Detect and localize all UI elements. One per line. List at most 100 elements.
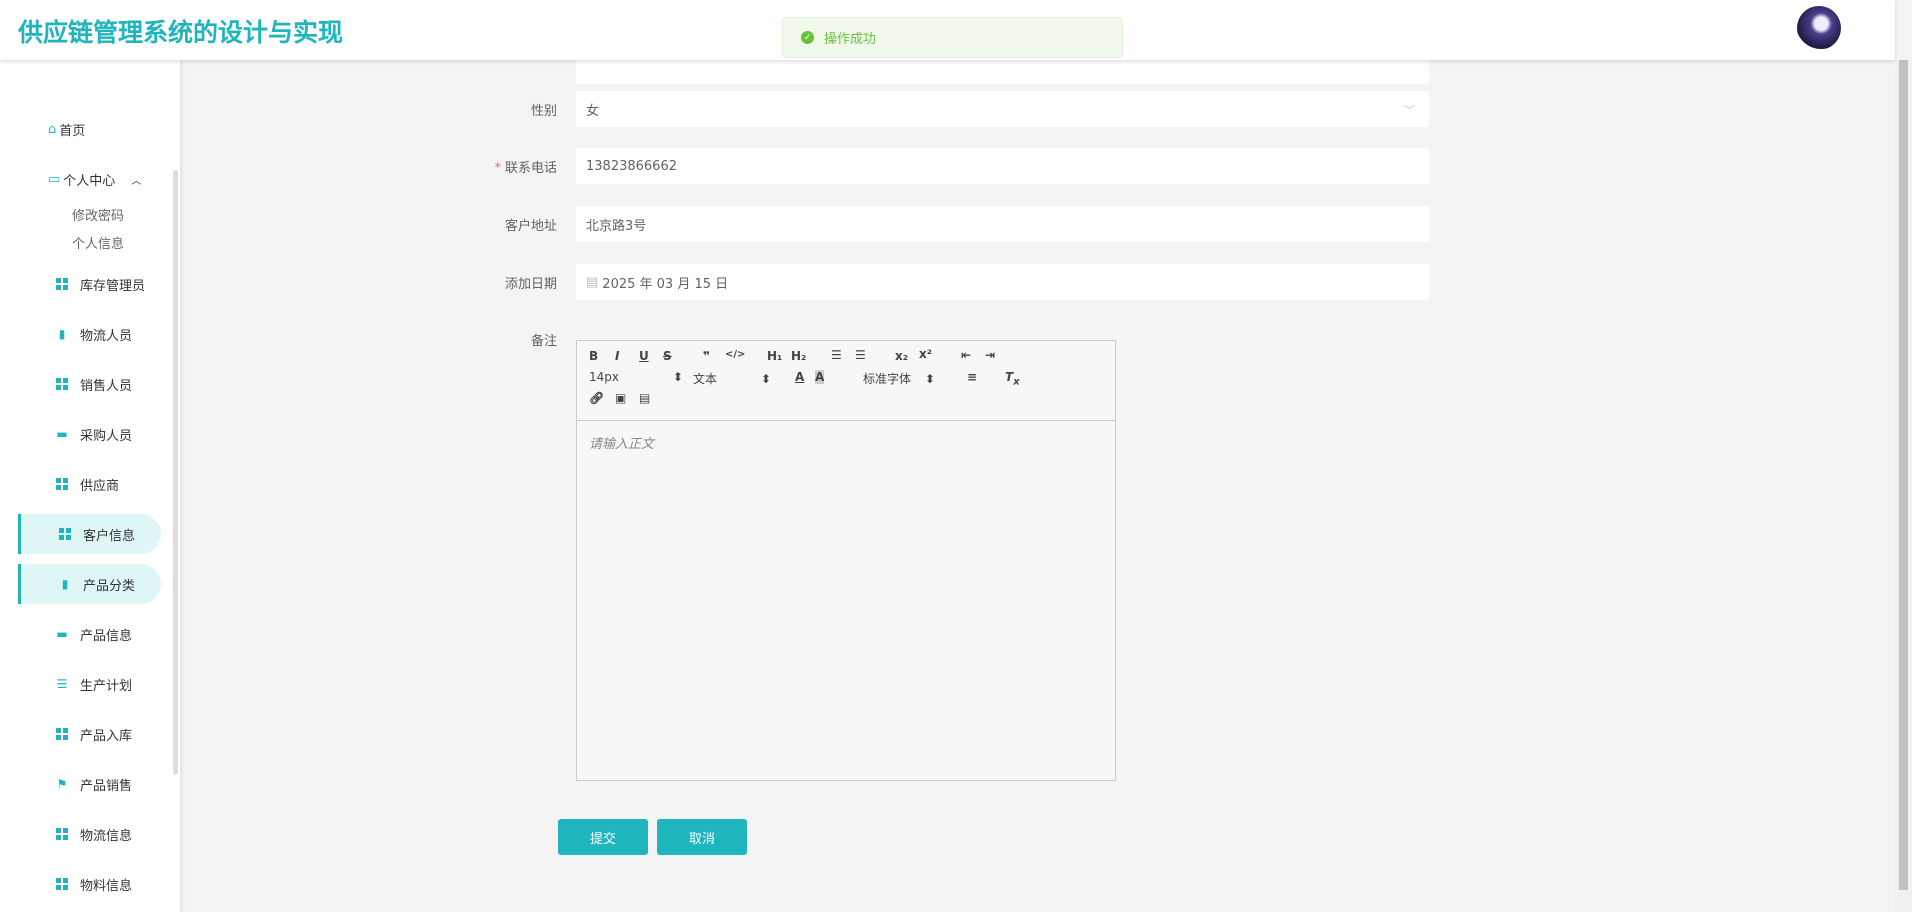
gender-row: 性别 女 ﹀ [420, 91, 1430, 127]
background-color-icon[interactable]: A [815, 370, 825, 384]
sidebar-item[interactable]: 产品入库 [18, 714, 161, 754]
code-icon[interactable]: </> [725, 349, 745, 360]
main-scrollbar[interactable] [1895, 60, 1912, 912]
clear-format-icon[interactable]: Tx [1005, 370, 1020, 387]
sidebar-item[interactable]: ▬ 产品信息 [18, 614, 161, 654]
strike-icon[interactable]: S [663, 349, 672, 363]
sidebar-item[interactable]: ⚑ 产品销售 [18, 764, 161, 804]
h2-icon[interactable]: H₂ [791, 349, 806, 363]
date-value: 2025 年 03 月 15 日 [602, 276, 729, 292]
sidebar-sub-info[interactable]: 个人信息 [72, 233, 124, 252]
address-label: 客户地址 [504, 218, 557, 234]
grid-icon [59, 528, 71, 540]
date-label: 添加日期 [504, 276, 557, 292]
image-icon[interactable]: ▣ [615, 391, 626, 405]
sidebar-item-label: 销售人员 [80, 378, 133, 394]
sidebar-item-label: 采购人员 [80, 428, 133, 444]
format-value: 文本 [693, 372, 718, 386]
monitor-icon: ▬ [56, 627, 68, 641]
format-select[interactable]: 文本 ⬍ [693, 370, 771, 387]
user-avatar[interactable] [1797, 6, 1841, 50]
grid-icon [56, 828, 68, 840]
sidebar-item[interactable]: 客户信息 [18, 514, 161, 554]
superscript-icon[interactable]: x² [919, 347, 932, 361]
font-size-select[interactable]: 14px ⬍ [589, 370, 683, 384]
sidebar-item-label: 供应商 [80, 478, 120, 494]
briefcase-icon: ▬ [56, 427, 68, 441]
editor-placeholder[interactable]: 请输入正文 [577, 421, 1115, 464]
phone-label-text: 联系电话 [504, 160, 557, 176]
required-mark: * [494, 160, 501, 176]
check-circle-icon: ✓ [801, 31, 814, 44]
sidebar-item[interactable]: ☰ 生产计划 [18, 664, 161, 704]
grid-icon [56, 378, 68, 390]
cancel-button[interactable]: 取消 [657, 819, 747, 855]
grid-icon [56, 728, 68, 740]
indent-icon[interactable]: ⇥ [985, 348, 995, 362]
bold-icon[interactable]: B [589, 349, 598, 363]
sidebar-item-home[interactable]: ⌂ 首页 [48, 120, 85, 139]
remark-label: 备注 [530, 333, 557, 349]
font-size-value: 14px [589, 370, 619, 384]
grid-icon [56, 278, 68, 290]
font-value: 标准字体 [863, 372, 912, 386]
date-input[interactable]: ▤ 2025 年 03 月 15 日 [576, 264, 1429, 300]
rich-text-editor[interactable]: B I U S ❞ </> H₁ H₂ ☰ ☰ x₂ x² ⇤ ⇥ 14px ⬍… [576, 340, 1116, 781]
gender-select[interactable]: 女 ﹀ [576, 91, 1429, 127]
gender-value: 女 [586, 103, 600, 119]
address-row: 客户地址 北京路3号 [420, 206, 1430, 242]
sidebar-item[interactable]: 库存管理员 [18, 264, 161, 304]
sidebar-sub-password[interactable]: 修改密码 [72, 205, 124, 224]
h1-icon[interactable]: H₁ [767, 349, 782, 363]
text-color-icon[interactable]: A [795, 370, 804, 384]
outdent-icon[interactable]: ⇤ [961, 348, 971, 362]
address-input[interactable]: 北京路3号 [576, 206, 1429, 242]
grid-icon [56, 478, 68, 490]
partial-input[interactable] [576, 58, 1429, 84]
grid-icon [56, 878, 68, 890]
link-icon[interactable]: 🔗︎ [589, 391, 604, 405]
sidebar: ⌂ 首页 ▭ 个人中心 ︿ 修改密码 个人信息 库存管理员 ▮ 物流人员销售人员 ▬ 采购人员… [0, 60, 180, 912]
font-family-select[interactable]: 标准字体 ⬍ [863, 370, 935, 387]
sidebar-item[interactable]: ▮ 产品分类 [18, 564, 161, 604]
app-title: 供应链管理系统的设计与实现 [18, 18, 344, 47]
video-icon[interactable]: ▤ [639, 391, 650, 405]
sidebar-item-label: 生产计划 [80, 678, 133, 694]
sidebar-item-label: 产品销售 [80, 778, 133, 794]
card-icon: ▭ [48, 172, 61, 187]
sidebar-item-personal[interactable]: ▭ 个人中心 ︿ [48, 170, 141, 189]
sidebar-item-label: 库存管理员 [80, 278, 146, 294]
sidebar-item[interactable]: ▮ 物流人员 [18, 314, 161, 354]
sidebar-item[interactable]: ▬ 采购人员 [18, 414, 161, 454]
sidebar-item-label: 个人中心 [63, 174, 116, 189]
submit-button[interactable]: 提交 [558, 819, 648, 855]
sidebar-item-label: 物流信息 [80, 828, 133, 844]
editor-toolbar: B I U S ❞ </> H₁ H₂ ☰ ☰ x₂ x² ⇤ ⇥ 14px ⬍… [577, 341, 1115, 421]
subscript-icon[interactable]: x₂ [895, 349, 908, 363]
sidebar-scrollbar[interactable] [173, 170, 178, 775]
chevron-down-icon: ﹀ [1404, 104, 1415, 117]
phone-input[interactable]: 13823866662 [576, 148, 1429, 184]
ordered-list-icon[interactable]: ☰ [831, 348, 842, 362]
sidebar-item-label: 物流人员 [80, 328, 133, 344]
sidebar-item[interactable]: 销售人员 [18, 364, 161, 404]
success-toast: ✓ 操作成功 [782, 17, 1123, 58]
quote-icon[interactable]: ❞ [703, 349, 710, 363]
sidebar-item-label: 物料信息 [80, 878, 133, 894]
sidebar-item[interactable]: 物流信息 [18, 814, 161, 854]
phone-label: * 联系电话 [420, 157, 567, 176]
toast-message: 操作成功 [824, 32, 877, 47]
align-icon[interactable]: ≡ [967, 370, 977, 384]
underline-icon[interactable]: U [639, 349, 649, 363]
bullet-list-icon[interactable]: ☰ [855, 348, 866, 362]
italic-icon[interactable]: I [615, 349, 619, 363]
sidebar-item[interactable]: 物料信息 [18, 864, 161, 904]
sidebar-item[interactable]: 供应商 [18, 464, 161, 504]
sidebar-item-label: 产品分类 [83, 578, 136, 594]
calendar-icon: ▤ [586, 274, 599, 290]
sidebar-item-label: 产品信息 [80, 628, 133, 644]
sidebar-item-label: 首页 [59, 124, 86, 139]
flag-icon: ⚑ [56, 777, 68, 791]
home-icon: ⌂ [48, 122, 57, 137]
chevron-up-icon: ︿ [131, 176, 142, 187]
